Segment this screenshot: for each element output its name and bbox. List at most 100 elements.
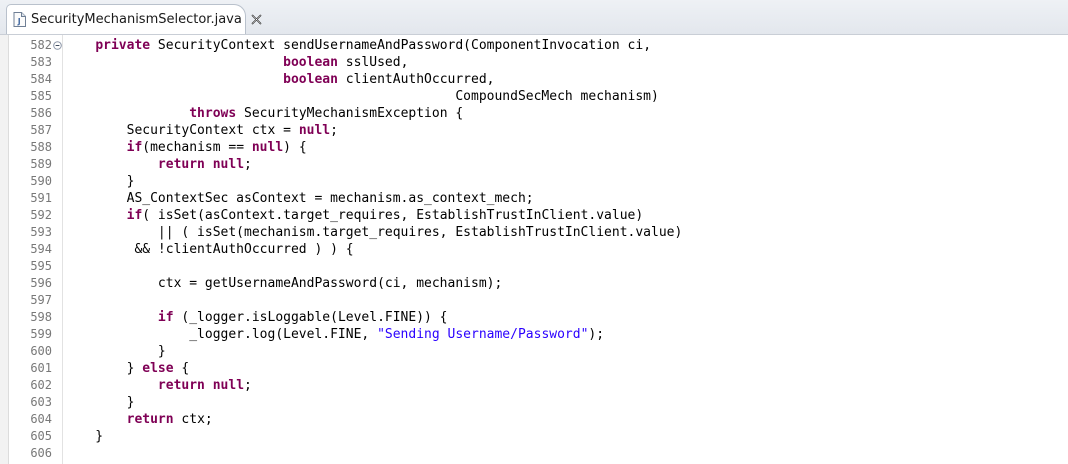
line-number: 596 [30,276,52,290]
line-number: 583 [30,55,52,69]
code-line[interactable]: 589 return null; [0,156,1004,173]
keyword-token: if [157,310,174,325]
fold-collapse-icon[interactable] [52,37,62,54]
code-line[interactable]: 595 [0,258,1004,275]
tab-title: SecurityMechanismSelector.java [31,12,242,27]
keyword-token: return [157,157,205,172]
code-text: } [64,173,135,190]
code-token: } [64,429,104,444]
line-number: 593 [30,225,52,239]
code-line[interactable]: 597 [0,292,1004,309]
line-number: 606 [30,446,52,460]
code-text: || ( isSet(mechanism.target_requires, Es… [64,224,682,241]
line-number: 605 [30,429,52,443]
svg-text:J: J [17,17,21,26]
keyword-token: boolean [283,55,338,70]
code-text: _logger.log(Level.FINE, "Sending Usernam… [64,326,604,343]
code-text: SecurityContext ctx = null; [64,122,338,139]
code-line[interactable]: 594 && !clientAuthOccurred ) ) { [0,241,1004,258]
code-line[interactable]: 584 boolean clientAuthOccurred, [0,71,1004,88]
code-line[interactable]: 582 private SecurityContext sendUsername… [0,37,1004,54]
code-token: clientAuthOccurred, [337,72,495,87]
code-text: private SecurityContext sendUsernameAndP… [64,37,651,54]
code-line[interactable]: 605 } [0,428,1004,445]
code-token: SecurityContext ctx = [64,123,299,138]
keyword-token: null [212,157,245,172]
code-text: } else { [64,360,190,377]
code-token: ; [244,378,252,393]
line-number: 599 [30,327,52,341]
code-line[interactable]: 603 } [0,394,1004,411]
code-text: } [64,343,166,360]
code-token: ) { [283,140,307,155]
line-number: 604 [30,412,52,426]
code-line[interactable]: 601 } else { [0,360,1004,377]
code-text: AS_ContextSec asContext = mechanism.as_c… [64,190,534,207]
code-token: ; [244,157,252,172]
code-text: ctx = getUsernameAndPassword(ci, mechani… [64,275,502,292]
code-text: boolean sslUsed, [64,54,408,71]
code-line[interactable]: 586 throws SecurityMechanismException { [0,105,1004,122]
code-editor[interactable]: 582 private SecurityContext sendUsername… [0,35,1068,464]
code-token: SecurityMechanismException { [236,106,464,121]
code-text: if(mechanism == null) { [64,139,307,156]
code-line[interactable]: 606 [0,445,1004,462]
code-token: SecurityContext sendUsernameAndPassword(… [150,38,652,53]
code-line[interactable]: 599 _logger.log(Level.FINE, "Sending Use… [0,326,1004,343]
code-line[interactable]: 583 boolean sslUsed, [0,54,1004,71]
code-token: } [64,344,166,359]
code-token: AS_ContextSec asContext = mechanism.as_c… [64,191,534,206]
code-line[interactable]: 591 AS_ContextSec asContext = mechanism.… [0,190,1004,207]
code-text: return ctx; [64,411,213,428]
code-text: if( isSet(asContext.target_requires, Est… [64,207,644,224]
code-token: || ( isSet(mechanism.target_requires, Es… [64,225,683,240]
code-text: CompoundSecMech mechanism) [64,88,659,105]
line-number: 584 [30,72,52,86]
keyword-token: null [212,378,245,393]
line-number: 585 [30,89,52,103]
code-text: boolean clientAuthOccurred, [64,71,495,88]
code-token: ); [588,327,605,342]
code-token: sslUsed, [337,55,409,70]
line-number: 592 [30,208,52,222]
code-line[interactable]: 587 SecurityContext ctx = null; [0,122,1004,139]
line-number: 588 [30,140,52,154]
code-line[interactable]: 585 CompoundSecMech mechanism) [0,88,1004,105]
code-line[interactable]: 590 } [0,173,1004,190]
close-icon[interactable] [251,14,262,26]
code-line[interactable]: 593 || ( isSet(mechanism.target_requires… [0,224,1004,241]
code-token: } [64,174,135,189]
line-number: 590 [30,174,52,188]
code-line[interactable]: 592 if( isSet(asContext.target_requires,… [0,207,1004,224]
code-token: ; [330,123,338,138]
code-line[interactable]: 596 ctx = getUsernameAndPassword(ci, mec… [0,275,1004,292]
editor-window: J SecurityMechanismSelector.java 582 pri… [0,0,1068,464]
code-line[interactable]: 600 } [0,343,1004,360]
keyword-token: if [126,208,143,223]
code-token: (mechanism == [142,140,252,155]
code-text: return null; [64,377,252,394]
keyword-token: return [157,378,205,393]
line-number: 591 [30,191,52,205]
code-line[interactable]: 602 return null; [0,377,1004,394]
line-number: 601 [30,361,52,375]
code-text: } [64,428,103,445]
code-text: } [64,394,135,411]
code-token: && !clientAuthOccurred ) ) { [64,242,354,257]
code-line[interactable]: 588 if(mechanism == null) { [0,139,1004,156]
editor-tab[interactable]: J SecurityMechanismSelector.java [6,4,262,34]
code-line[interactable]: 604 return ctx; [0,411,1004,428]
line-number: 598 [30,310,52,324]
line-number: 595 [30,259,52,273]
keyword-token: return [126,412,174,427]
code-line[interactable]: 598 if (_logger.isLoggable(Level.FINE)) … [0,309,1004,326]
code-token: } [64,361,143,376]
